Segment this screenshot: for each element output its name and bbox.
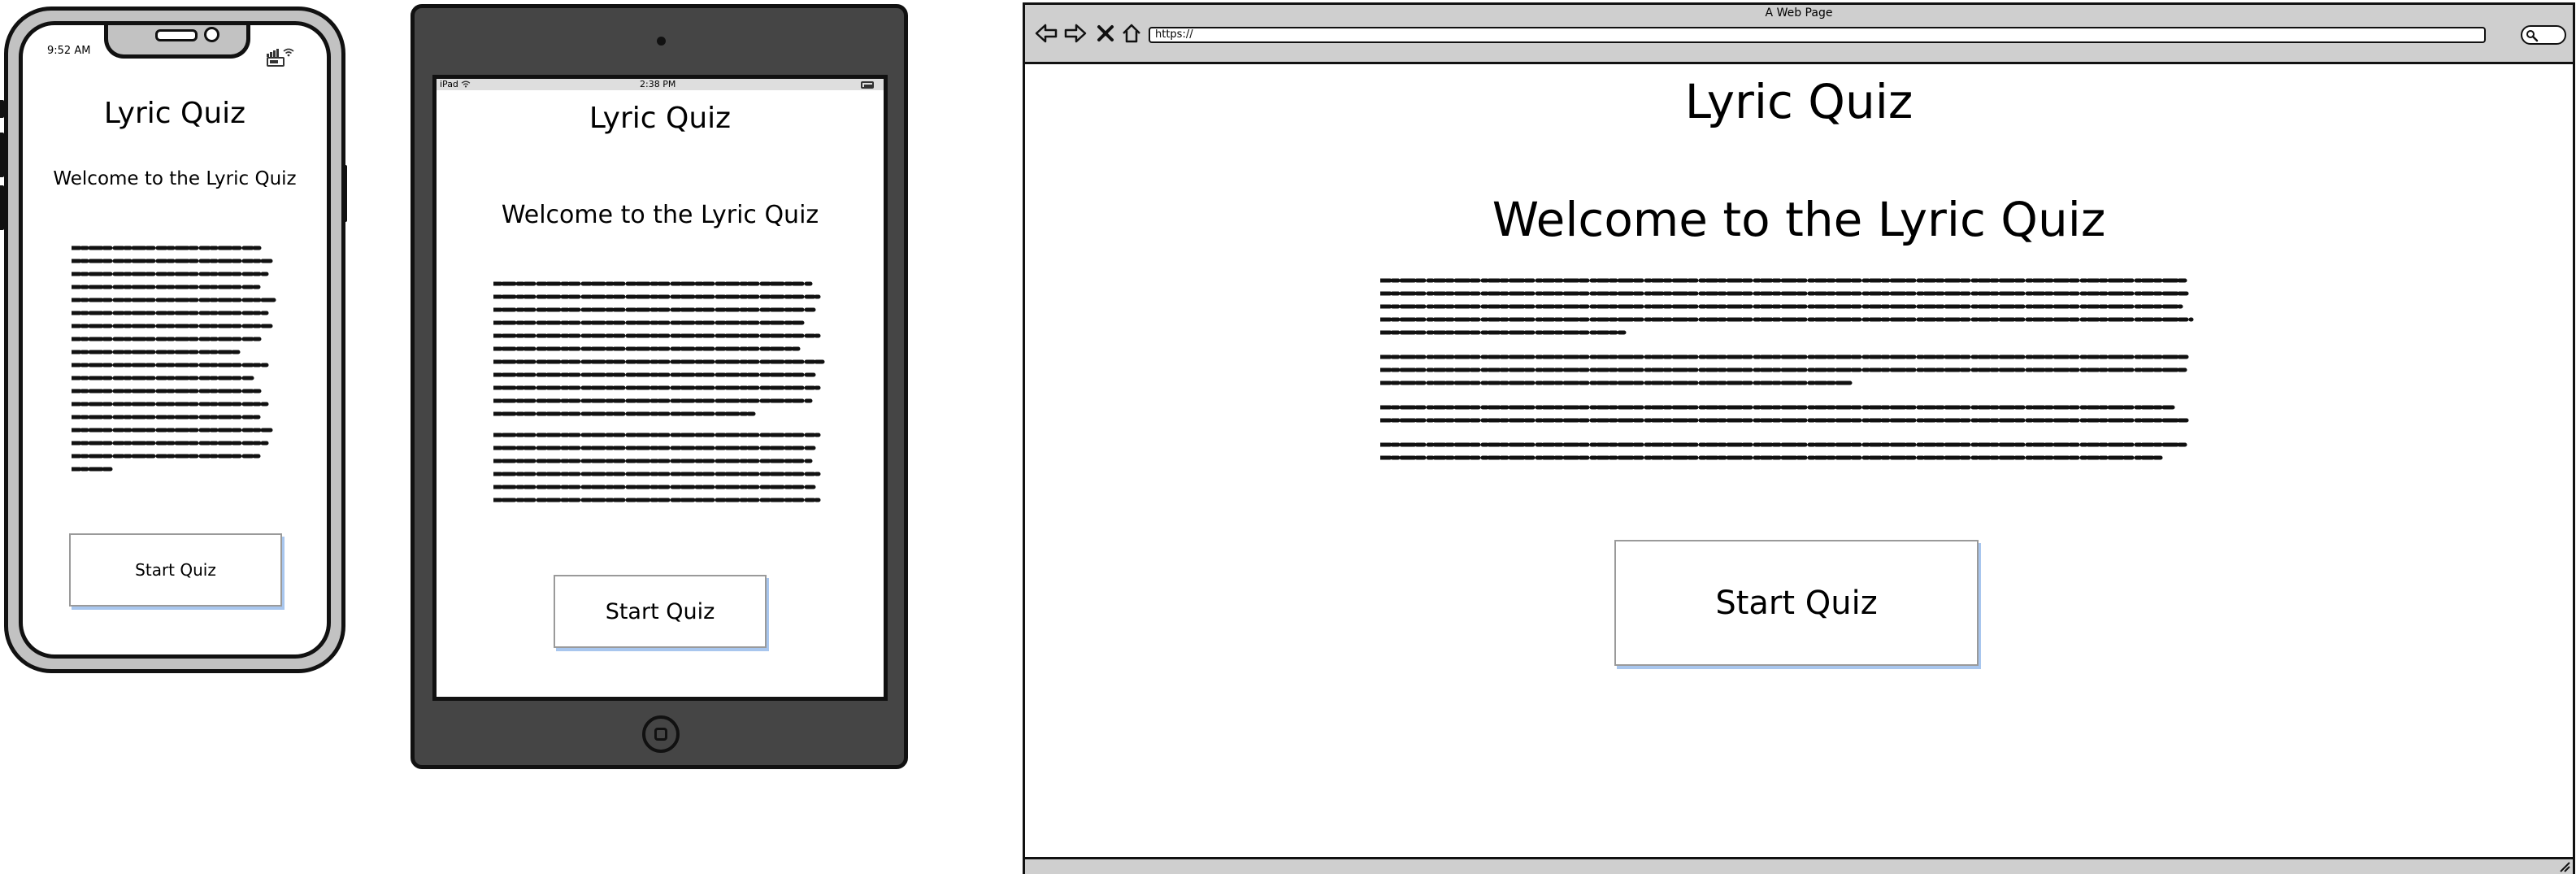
tablet-start-quiz-button[interactable]: Start Quiz [554,575,767,648]
browser-body-text [1380,278,2194,460]
phone-body-text [72,246,277,472]
phone-notch [104,25,250,59]
forward-icon[interactable] [1064,23,1087,44]
browser-welcome-heading: Welcome to the Lyric Quiz [1492,192,2106,247]
phone-screen: 9:52 AM Lyric Quiz Welcome to the Lyric … [19,21,331,659]
phone-volume-down [0,185,4,230]
browser-status-bar [1025,857,2573,874]
phone-speaker [155,29,198,41]
browser-start-quiz-button[interactable]: Start Quiz [1614,540,1979,666]
battery-icon [861,81,874,89]
browser-page-title: Lyric Quiz [1684,74,1914,129]
phone-status-time: 9:52 AM [47,45,91,57]
phone-page-title: Lyric Quiz [103,97,246,130]
browser-window-title: A Web Page [1765,7,1833,20]
browser-toolbar: A Web Page https:// [1025,5,2573,64]
tablet-screen: iPad 2:38 PM Lyric Quiz Welcome to the L… [432,75,888,701]
phone-status-icons [267,45,315,67]
tablet-body-text [493,281,825,502]
wifi-icon [461,80,471,88]
home-icon[interactable] [1121,23,1142,44]
address-bar[interactable]: https:// [1149,27,2486,43]
phone-volume-up [0,133,4,177]
phone-mute-switch [0,100,4,118]
signal-icon [267,45,280,57]
browser-window: A Web Page https:// Lyric Quiz Welcome t… [1023,2,2575,874]
tablet-page-title: Lyric Quiz [589,102,732,135]
battery-icon [267,57,285,67]
resize-icon[interactable] [2557,859,2570,872]
tablet-status-device: iPad [440,79,458,89]
tablet-status-bar: iPad 2:38 PM [437,79,884,90]
tablet-status-time: 2:38 PM [640,79,676,89]
phone-welcome-heading: Welcome to the Lyric Quiz [53,168,297,189]
phone-start-quiz-button[interactable]: Start Quiz [69,533,282,607]
tablet-camera [657,37,666,46]
phone-power-button [341,165,347,222]
tablet-welcome-heading: Welcome to the Lyric Quiz [501,201,819,229]
phone-mockup: 9:52 AM Lyric Quiz Welcome to the Lyric … [0,7,347,673]
phone-camera [204,27,219,42]
browser-search-field[interactable] [2521,25,2566,45]
wifi-icon [283,48,294,57]
tablet-mockup: iPad 2:38 PM Lyric Quiz Welcome to the L… [411,4,908,769]
stop-icon[interactable] [1097,24,1114,42]
back-icon[interactable] [1035,23,1058,44]
search-icon [2526,30,2539,42]
tablet-home-button[interactable] [642,715,680,753]
